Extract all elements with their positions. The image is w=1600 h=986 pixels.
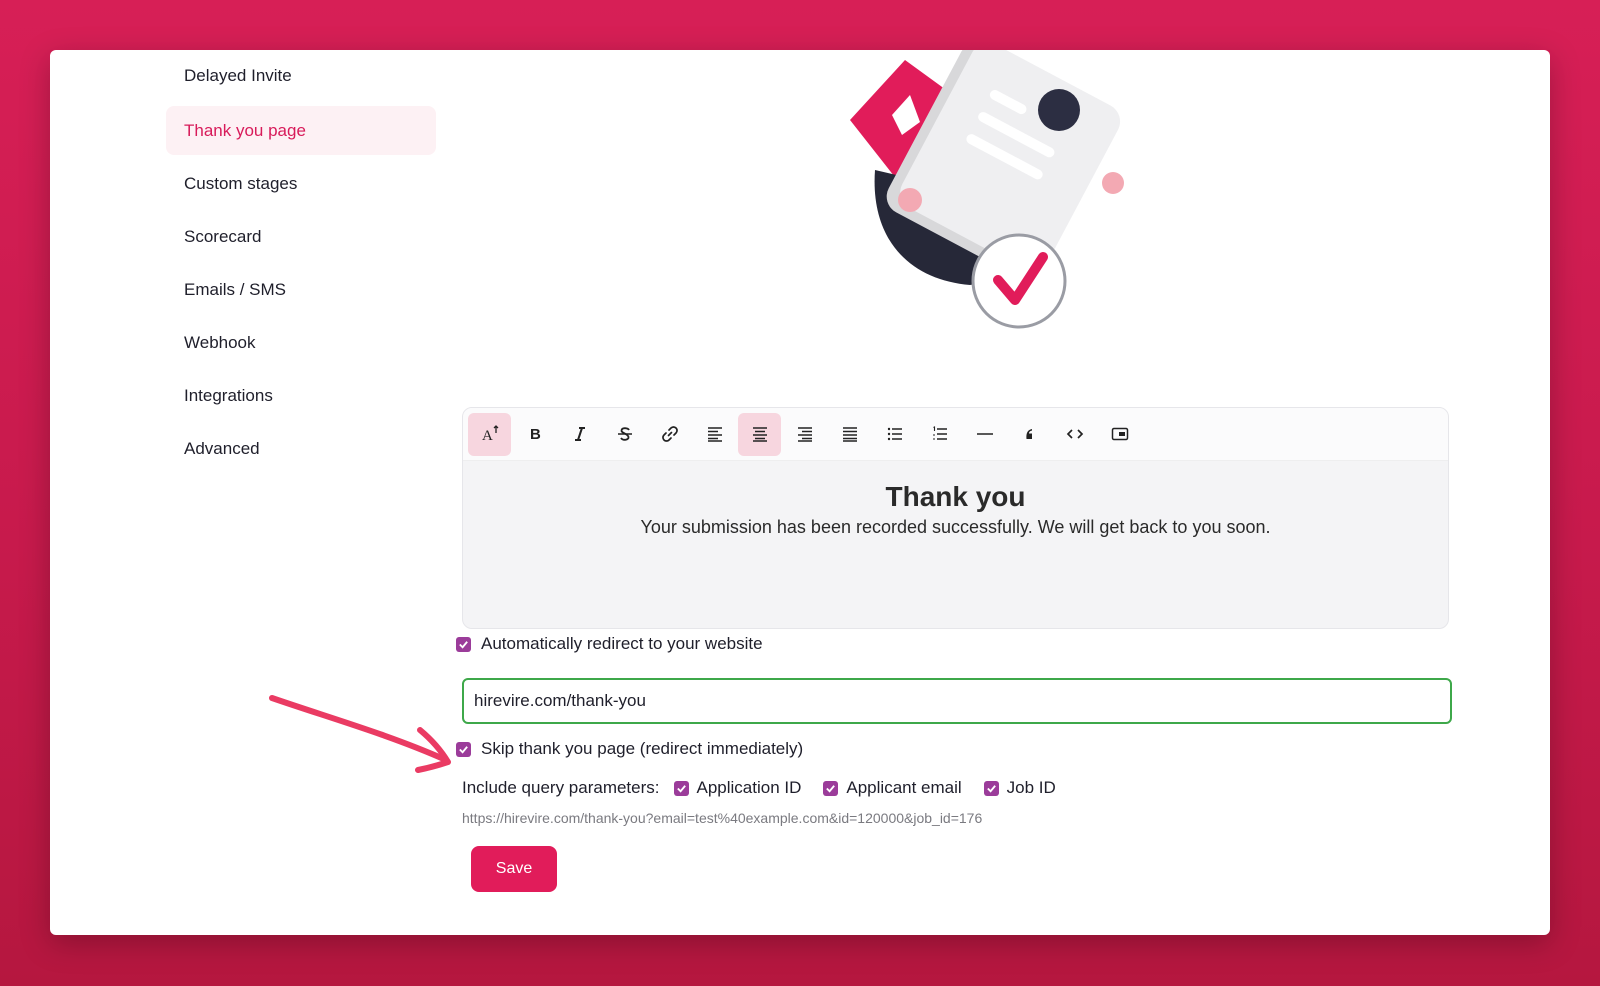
sidebar-item-webhook[interactable]: Webhook	[166, 318, 436, 367]
code-icon[interactable]	[1053, 413, 1096, 456]
align-left-icon[interactable]	[693, 413, 736, 456]
sidebar-item-label: Thank you page	[184, 120, 306, 140]
sidebar-item-advanced[interactable]: Advanced	[166, 424, 436, 473]
param-job-id-checkbox[interactable]	[983, 780, 999, 796]
svg-text:B: B	[530, 426, 541, 443]
sidebar-item-label: Advanced	[184, 438, 260, 458]
blockquote-icon[interactable]	[1008, 413, 1051, 456]
font-size-icon[interactable]: A	[468, 412, 511, 456]
sidebar-item-label: Emails / SMS	[184, 279, 287, 299]
param-application-id-checkbox[interactable]	[673, 780, 689, 796]
sidebar-item-scorecard[interactable]: Scorecard	[166, 212, 436, 261]
align-right-icon[interactable]	[783, 413, 826, 456]
sidebar-item-label: Custom stages	[184, 173, 298, 193]
param-label: Applicant email	[846, 778, 962, 797]
bullet-list-icon[interactable]	[873, 413, 916, 456]
skip-thank-you-checkbox[interactable]	[456, 741, 471, 757]
query-parameters: Include query parameters: Application ID…	[462, 778, 1078, 798]
redirect-url-preview: https://hirevire.com/thank-you?email=tes…	[462, 810, 983, 826]
settings-card: Delayed Invite Thank you page Custom sta…	[50, 50, 1550, 935]
rich-text-editor[interactable]: A B Thank you Your submission has been r…	[462, 407, 1449, 629]
sidebar-item-thank-you-page[interactable]: Thank you page	[166, 106, 436, 155]
sidebar-item-label: Scorecard	[184, 226, 262, 246]
editor-content[interactable]: Thank you Your submission has been recor…	[463, 461, 1448, 538]
param-applicant-email[interactable]: Applicant email	[823, 778, 962, 798]
sidebar-item-label: Delayed Invite	[184, 66, 292, 85]
editor-toolbar: A B	[463, 408, 1448, 461]
param-job-id[interactable]: Job ID	[983, 778, 1056, 798]
align-center-icon[interactable]	[738, 412, 781, 456]
redirect-label: Automatically redirect to your website	[481, 634, 763, 653]
settings-sidebar: Delayed Invite Thank you page Custom sta…	[166, 50, 436, 477]
redirect-url-input[interactable]	[462, 678, 1452, 724]
param-label: Job ID	[1006, 778, 1056, 797]
italic-icon[interactable]	[558, 413, 601, 456]
sidebar-item-label: Integrations	[184, 385, 273, 405]
horizontal-rule-icon[interactable]	[963, 413, 1006, 456]
align-justify-icon[interactable]	[828, 413, 871, 456]
thank-you-illustration	[850, 50, 1124, 329]
link-icon[interactable]	[648, 413, 691, 456]
redirect-option[interactable]: Automatically redirect to your website	[456, 634, 763, 654]
numbered-list-icon[interactable]	[918, 413, 961, 456]
param-application-id[interactable]: Application ID	[673, 778, 802, 798]
sidebar-item-custom-stages[interactable]: Custom stages	[166, 159, 436, 208]
skip-thank-you-label: Skip thank you page (redirect immediatel…	[481, 739, 804, 758]
param-label: Application ID	[696, 778, 802, 797]
query-parameters-label: Include query parameters:	[462, 778, 660, 797]
param-applicant-email-checkbox[interactable]	[823, 780, 839, 796]
save-button[interactable]: Save	[471, 846, 557, 892]
embed-icon[interactable]	[1098, 413, 1141, 456]
bold-icon[interactable]: B	[513, 413, 556, 456]
sidebar-item-emails-sms[interactable]: Emails / SMS	[166, 265, 436, 314]
thank-you-message: Your submission has been recorded succes…	[640, 517, 1271, 537]
strikethrough-icon[interactable]	[603, 413, 646, 456]
skip-thank-you-option[interactable]: Skip thank you page (redirect immediatel…	[456, 739, 803, 759]
sidebar-item-delayed-invite[interactable]: Delayed Invite	[166, 50, 436, 102]
svg-text:A: A	[482, 428, 493, 443]
redirect-checkbox[interactable]	[456, 636, 471, 652]
thank-you-heading: Thank you	[885, 481, 1026, 512]
sidebar-item-label: Webhook	[184, 332, 256, 352]
sidebar-item-integrations[interactable]: Integrations	[166, 371, 436, 420]
